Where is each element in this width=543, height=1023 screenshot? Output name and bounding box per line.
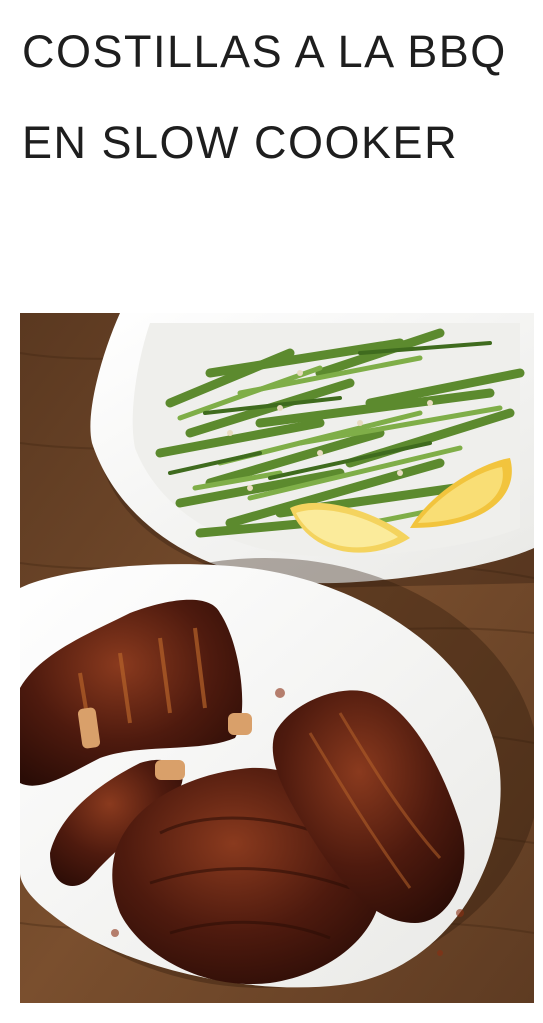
recipe-photo: [20, 313, 534, 1003]
ribs-platter: [20, 558, 534, 988]
recipe-title: COSTILLAS A LA BBQ EN SLOW COOKER: [22, 26, 507, 168]
